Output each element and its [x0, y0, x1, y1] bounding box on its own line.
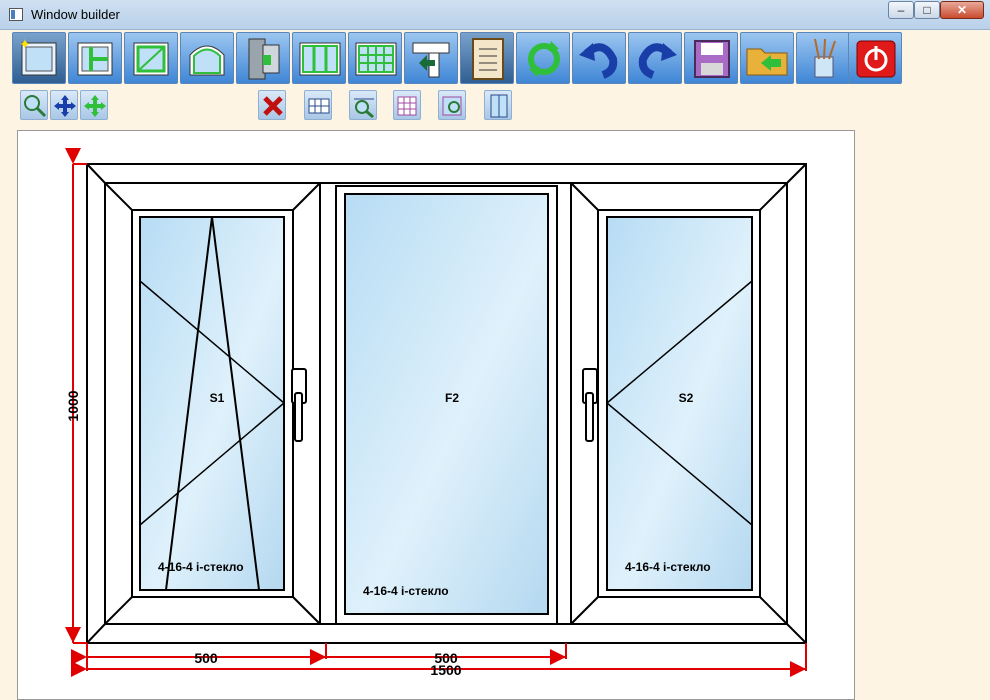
move-button[interactable] — [80, 90, 108, 120]
drawing-canvas[interactable]: S1 F2 S2 4-16-4 і-стекло 4-16-4 і-стекло… — [17, 130, 855, 700]
window-drawing: S1 F2 S2 4-16-4 і-стекло 4-16-4 і-стекло… — [65, 148, 807, 678]
table-grid-icon — [308, 98, 330, 114]
grid-settings-button[interactable] — [393, 90, 421, 120]
exit-button[interactable] — [848, 32, 902, 84]
maximize-label: □ — [923, 3, 931, 17]
width-total-label: 1500 — [430, 662, 461, 678]
paint-tools-button[interactable] — [796, 32, 850, 84]
table-grid-button[interactable] — [304, 90, 332, 120]
sash-label-s2: S2 — [679, 391, 694, 405]
dimension-zoom-icon — [354, 98, 374, 119]
redo-button[interactable] — [628, 32, 682, 84]
mullion-icon — [77, 42, 113, 76]
undo-icon — [579, 43, 618, 79]
door-button[interactable] — [236, 32, 290, 84]
close-label: ✕ — [956, 3, 968, 17]
pan-icon — [54, 95, 76, 117]
grid-section-icon — [355, 42, 397, 76]
glass-label-s2: 4-16-4 і-стекло — [625, 560, 711, 574]
sash-icon — [133, 42, 169, 76]
glass-label-f2: 4-16-4 і-стекло — [363, 584, 449, 598]
save-icon — [694, 40, 730, 78]
zoom-in-icon — [24, 95, 47, 118]
minimize-button[interactable]: – — [888, 1, 914, 19]
undo-button[interactable] — [572, 32, 626, 84]
grid-settings-icon — [397, 96, 417, 116]
minimize-label: – — [897, 3, 905, 17]
power-exit-icon — [856, 40, 896, 78]
properties-list-button[interactable] — [460, 32, 514, 84]
glass-settings-icon — [442, 96, 462, 116]
arch-icon — [189, 45, 225, 76]
dimension-zoom-button[interactable] — [349, 90, 377, 120]
refresh-icon — [528, 41, 560, 77]
open-folder-button[interactable] — [740, 32, 794, 84]
view-panel-icon — [490, 94, 508, 118]
app-window-icon — [9, 8, 23, 21]
mullion-button[interactable] — [68, 32, 122, 84]
new-window-icon: ✦ — [19, 37, 57, 76]
sash-label-f2: F2 — [445, 391, 459, 405]
maximize-button[interactable]: □ — [914, 1, 940, 19]
new-window-button[interactable]: ✦ — [12, 32, 66, 84]
height-dimension-label: 1000 — [65, 390, 81, 421]
svg-text:✦: ✦ — [19, 37, 31, 53]
delete-button[interactable] — [258, 90, 286, 120]
refresh-button[interactable] — [516, 32, 570, 84]
glass-settings-button[interactable] — [438, 90, 466, 120]
paint-tools-icon — [814, 38, 836, 78]
open-folder-icon — [746, 48, 788, 76]
window-title: Window builder — [31, 7, 120, 22]
zoom-in-button[interactable] — [20, 90, 48, 120]
arch-button[interactable] — [180, 32, 234, 84]
grid-section-button[interactable] — [348, 32, 402, 84]
multi-section-icon — [299, 42, 341, 76]
save-button[interactable] — [684, 32, 738, 84]
sash-button[interactable] — [124, 32, 178, 84]
close-button[interactable]: ✕ — [940, 1, 984, 19]
door-icon — [248, 38, 280, 80]
sash-label-s1: S1 — [210, 391, 225, 405]
profile-connector-icon — [412, 42, 450, 78]
glass-label-s1: 4-16-4 і-стекло — [158, 560, 244, 574]
redo-icon — [638, 43, 677, 79]
move-icon — [84, 95, 106, 117]
view-panel-button[interactable] — [484, 90, 512, 120]
title-bar: Window builder – □ ✕ — [0, 0, 990, 30]
pan-button[interactable] — [50, 90, 78, 120]
width-left-label: 500 — [194, 650, 218, 666]
multi-section-button[interactable] — [292, 32, 346, 84]
profile-connector-button[interactable] — [404, 32, 458, 84]
properties-list-icon — [472, 38, 504, 80]
delete-icon — [263, 96, 283, 116]
